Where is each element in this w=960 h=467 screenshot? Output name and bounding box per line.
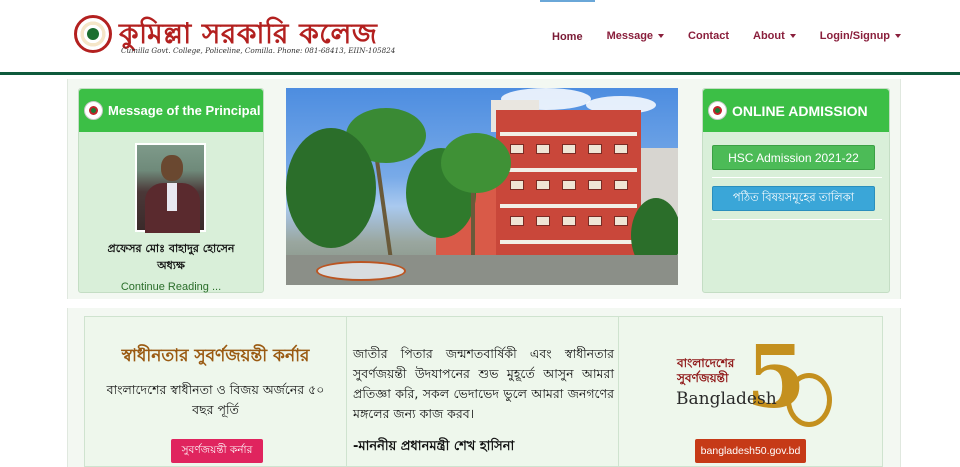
principal-card-title: Message of the Principal bbox=[108, 103, 261, 118]
hsc-admission-button[interactable]: HSC Admission 2021-22 bbox=[712, 145, 875, 170]
jubilee-title: স্বাধীনতার সুবর্ণজয়ন্তী কর্নার bbox=[121, 346, 310, 366]
photo-building-ledge bbox=[500, 132, 637, 136]
college-logo-icon[interactable] bbox=[74, 15, 112, 53]
nav-message[interactable]: Message bbox=[595, 0, 676, 72]
photo-tree bbox=[441, 133, 511, 193]
pledge-quote: জাতীর পিতার জন্মশতবার্ষিকী এবং স্বাধীনতা… bbox=[353, 346, 614, 421]
photo-window bbox=[588, 144, 602, 154]
jubilee-corner-panel: স্বাধীনতার সুবর্ণজয়ন্তী কর্নার বাংলাদেশ… bbox=[84, 316, 347, 467]
photo-window bbox=[614, 216, 628, 226]
jubilee-section: স্বাধীনতার সুবর্ণজয়ন্তী কর্নার বাংলাদেশ… bbox=[67, 308, 901, 467]
photo-window bbox=[562, 180, 576, 190]
nav-home-label: Home bbox=[552, 31, 583, 43]
principal-photo bbox=[135, 143, 206, 233]
photo-shirt bbox=[167, 183, 177, 211]
photo-face bbox=[161, 155, 183, 181]
photo-window bbox=[510, 180, 524, 190]
photo-window bbox=[562, 216, 576, 226]
photo-window bbox=[510, 216, 524, 226]
chevron-down-icon bbox=[895, 34, 902, 38]
bangladesh50-logo-bn-line2: সুবর্ণজয়ন্তী bbox=[677, 371, 729, 385]
photo-window bbox=[588, 216, 602, 226]
bangladesh50-link-button[interactable]: bangladesh50.gov.bd bbox=[695, 439, 806, 463]
bangladesh50-logo-en: Bangladesh bbox=[676, 389, 777, 409]
photo-building-ledge bbox=[500, 240, 637, 244]
pledge-panel: জাতীর পিতার জন্মশতবার্ষিকী এবং স্বাধীনতা… bbox=[347, 316, 619, 467]
continue-reading-link[interactable]: Continue Reading ... bbox=[79, 281, 263, 293]
photo-window bbox=[614, 180, 628, 190]
admission-card-title: ONLINE ADMISSION bbox=[732, 102, 868, 119]
chevron-down-icon bbox=[658, 34, 665, 38]
jubilee-text: বাংলাদেশের স্বাধীনতা ও বিজয় অর্জনের ৫০ … bbox=[106, 382, 325, 417]
photo-window bbox=[562, 144, 576, 154]
nav-message-label: Message bbox=[606, 30, 654, 42]
nav-about[interactable]: About bbox=[741, 0, 808, 72]
divider bbox=[712, 177, 882, 178]
admission-card: ONLINE ADMISSION HSC Admission 2021-22 প… bbox=[702, 88, 890, 293]
bangladesh50-logo-bn: বাংলাদেশের সুবর্ণজয়ন্তী bbox=[677, 356, 734, 386]
subject-list-button[interactable]: পঠিত বিষয়সমূহের তালিকা bbox=[712, 186, 875, 211]
bangladesh50-logo: 5 বাংলাদেশের সুবর্ণজয়ন্তী Bangladesh bbox=[674, 335, 832, 439]
photo-building-ledge bbox=[500, 168, 637, 172]
main-section: Message of the Principal প্রফেসর মোঃ বাহ… bbox=[67, 79, 901, 299]
divider bbox=[712, 219, 882, 220]
photo-window bbox=[536, 180, 550, 190]
principal-role: অধ্যক্ষ bbox=[157, 259, 185, 272]
bangladesh50-logo-bn-line1: বাংলাদেশের bbox=[677, 356, 735, 370]
bangladesh50-logo-zero bbox=[786, 373, 832, 427]
chevron-down-icon bbox=[789, 34, 796, 38]
photo-building-ledge bbox=[500, 204, 637, 208]
pledge-signature: -মাননীয় প্রধানমন্ত্রী শেখ হাসিনা bbox=[353, 439, 515, 454]
photo-window bbox=[588, 180, 602, 190]
nav-contact[interactable]: Contact bbox=[676, 0, 741, 72]
jubilee-corner-button[interactable]: সুবর্ণজয়ন্তী কর্নার bbox=[171, 439, 263, 463]
photo-window bbox=[614, 144, 628, 154]
principal-card: Message of the Principal প্রফেসর মোঃ বাহ… bbox=[78, 88, 264, 293]
nav-contact-label: Contact bbox=[688, 30, 729, 42]
bangladesh-emblem-icon bbox=[84, 101, 103, 120]
photo-fountain bbox=[316, 261, 406, 281]
nav-login-signup[interactable]: Login/Signup bbox=[808, 0, 913, 72]
college-building-photo bbox=[286, 88, 678, 285]
photo-window bbox=[536, 144, 550, 154]
site-header: কুমিল্লা সরকারি কলেজ Cumilla Govt. Colle… bbox=[0, 0, 960, 72]
bangladesh50-panel: 5 বাংলাদেশের সুবর্ণজয়ন্তী Bangladesh ban… bbox=[619, 316, 883, 467]
admission-card-header: ONLINE ADMISSION bbox=[703, 89, 889, 132]
nav-login-label: Login/Signup bbox=[819, 30, 891, 42]
main-nav: Home Message Contact About Login/Signup bbox=[540, 0, 913, 72]
principal-card-header: Message of the Principal bbox=[79, 89, 263, 132]
site-subtitle: Cumilla Govt. College, Policeline, Comil… bbox=[121, 46, 396, 55]
photo-main-building bbox=[496, 110, 641, 270]
photo-tree bbox=[286, 128, 376, 248]
nav-home[interactable]: Home bbox=[540, 0, 595, 72]
photo-window bbox=[536, 216, 550, 226]
nav-about-label: About bbox=[753, 30, 785, 42]
header-divider bbox=[0, 72, 960, 75]
photo-window bbox=[510, 144, 524, 154]
bangladesh-emblem-icon bbox=[708, 101, 727, 120]
